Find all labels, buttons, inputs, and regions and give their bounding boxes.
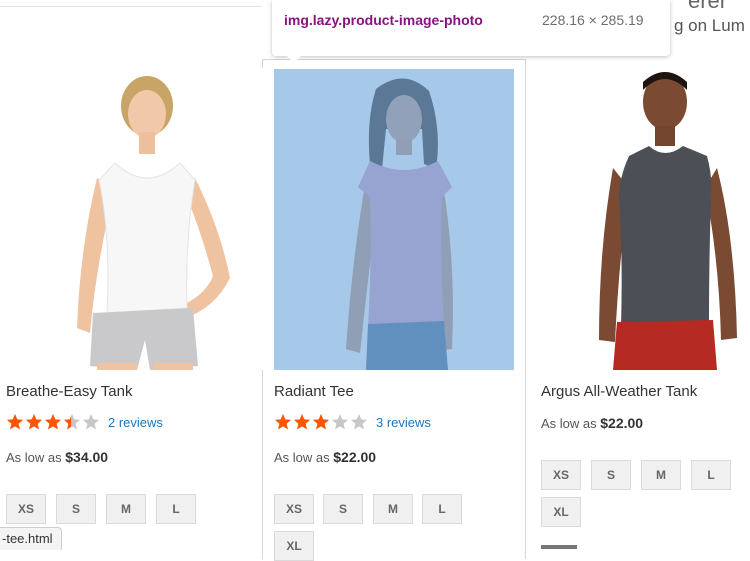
product-name[interactable]: Radiant Tee xyxy=(274,383,354,400)
size-swatch-m[interactable]: M xyxy=(106,494,146,524)
price-label: As low as xyxy=(541,416,597,431)
devtools-element-tooltip: img.lazy.product-image-photo 228.16 × 28… xyxy=(272,0,670,63)
product-photo-woman-white-tank xyxy=(35,68,263,370)
price-value: $22.00 xyxy=(600,415,644,431)
size-swatch-xl[interactable]: XL xyxy=(541,497,581,527)
size-swatch-s[interactable]: S xyxy=(56,494,96,524)
size-swatch-xs[interactable]: XS xyxy=(6,494,46,524)
price-label: As low as xyxy=(274,450,330,465)
status-bar-url: -tee.html xyxy=(0,527,62,550)
product-image-highlighted[interactable] xyxy=(274,69,514,370)
devtools-highlight-overlay xyxy=(274,69,514,370)
size-swatch-s[interactable]: S xyxy=(591,460,631,490)
product-photo-man-gray-tank xyxy=(541,68,750,370)
page-subheading-fragment: g on Lum xyxy=(674,16,745,35)
size-swatch-l[interactable]: L xyxy=(156,494,196,524)
page-heading-fragment: erer xyxy=(688,0,728,13)
size-swatch-m[interactable]: M xyxy=(373,494,413,524)
reviews-link[interactable]: 2 reviews xyxy=(108,415,163,430)
size-swatch-l[interactable]: L xyxy=(422,494,462,524)
product-image[interactable] xyxy=(541,68,750,370)
divider xyxy=(0,6,262,7)
size-swatch-xl[interactable]: XL xyxy=(274,531,314,561)
price-label: As low as xyxy=(6,450,62,465)
product-price: As low as $22.00 xyxy=(541,415,643,431)
product-rating: 3 reviews xyxy=(274,413,431,431)
size-swatch-s[interactable]: S xyxy=(323,494,363,524)
size-swatch-m[interactable]: M xyxy=(641,460,681,490)
rating-stars xyxy=(6,413,99,431)
product-price: As low as $34.00 xyxy=(6,449,108,465)
product-name[interactable]: Argus All-Weather Tank xyxy=(541,383,697,400)
product-name[interactable]: Breathe-Easy Tank xyxy=(6,383,132,400)
size-swatch-xs[interactable]: XS xyxy=(541,460,581,490)
size-swatch-l[interactable]: L xyxy=(691,460,731,490)
product-price: As low as $22.00 xyxy=(274,449,376,465)
product-rating: 2 reviews xyxy=(6,413,163,431)
size-swatch-xs[interactable]: XS xyxy=(274,494,314,524)
rating-stars xyxy=(274,413,367,431)
price-value: $34.00 xyxy=(65,449,109,465)
element-dimensions: 228.16 × 285.19 xyxy=(542,12,644,28)
reviews-link[interactable]: 3 reviews xyxy=(376,415,431,430)
price-value: $22.00 xyxy=(333,449,377,465)
color-swatch[interactable] xyxy=(541,545,577,549)
element-selector: img.lazy.product-image-photo xyxy=(284,12,483,28)
product-image[interactable] xyxy=(35,68,263,370)
